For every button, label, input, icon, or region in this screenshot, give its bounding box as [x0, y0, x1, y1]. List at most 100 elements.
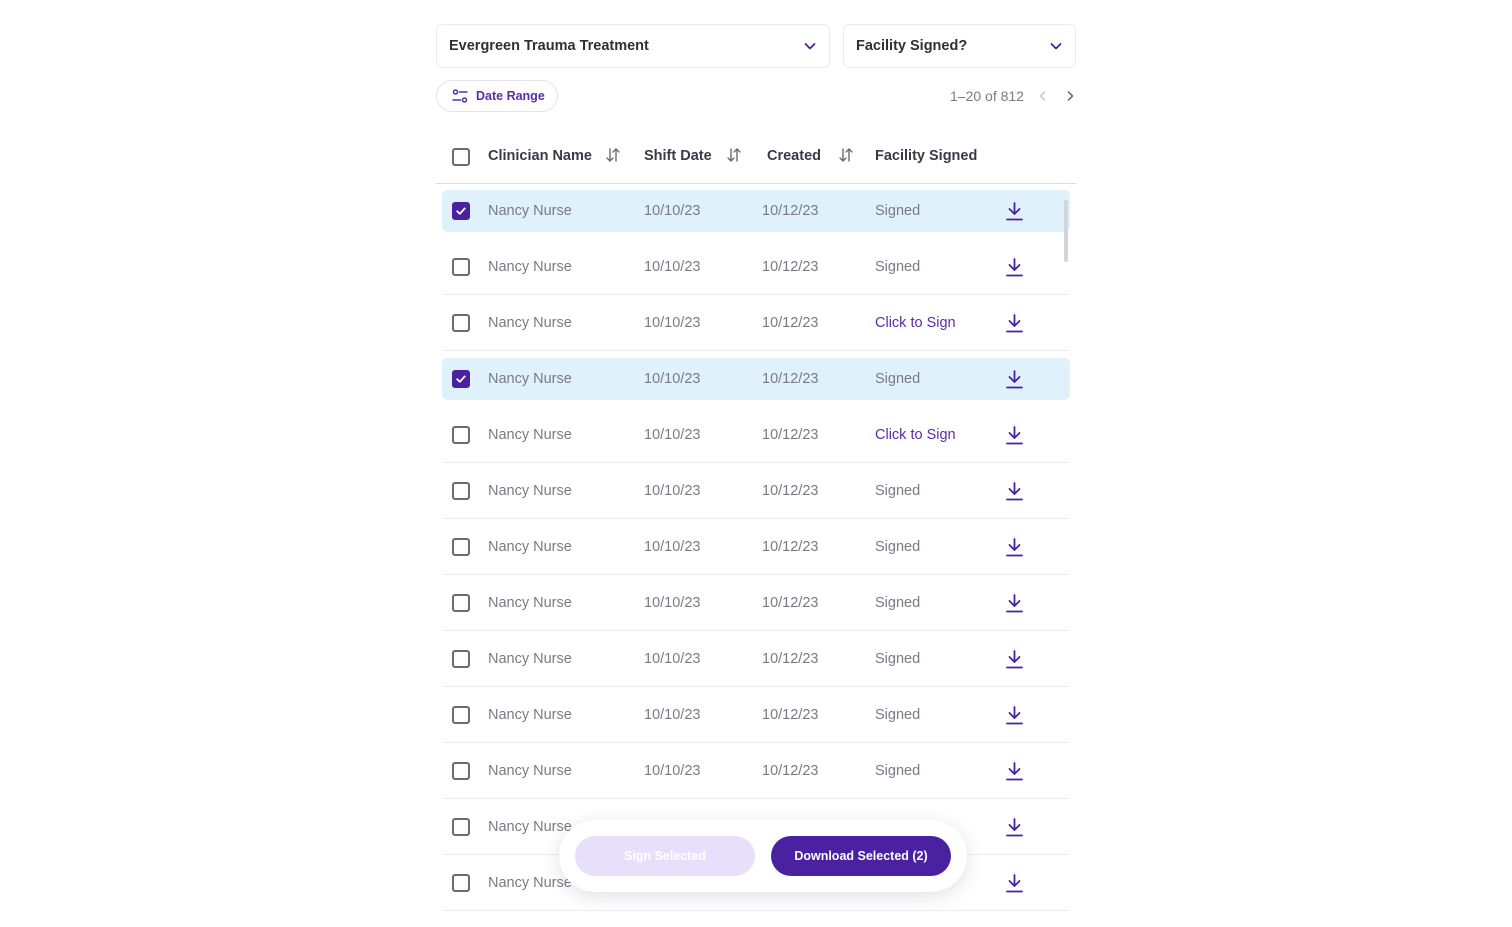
- download-icon[interactable]: [1005, 313, 1024, 334]
- shift-date: 10/10/23: [644, 427, 701, 443]
- sort-arrows-icon[interactable]: [605, 146, 621, 164]
- row-checkbox[interactable]: [452, 482, 470, 500]
- table-row[interactable]: Nancy Nurse 10/10/23 10/12/23 Click to Sign: [442, 302, 1070, 358]
- table-scrollbar[interactable]: [1064, 200, 1068, 262]
- sort-arrows-icon[interactable]: [726, 146, 742, 164]
- shift-date: 10/10/23: [644, 203, 701, 219]
- table-row[interactable]: Nancy Nurse 10/10/23 10/12/23 Signed: [442, 246, 1070, 302]
- shift-date: 10/10/23: [644, 371, 701, 387]
- filter-sliders-icon: [452, 89, 468, 103]
- column-header-facility-signed: Facility Signed: [875, 148, 978, 164]
- facility-signed-select[interactable]: Facility Signed?: [843, 24, 1076, 68]
- download-icon[interactable]: [1005, 481, 1024, 502]
- date-range-button[interactable]: Date Range: [436, 80, 558, 112]
- created-date: 10/12/23: [762, 427, 819, 443]
- created-date: 10/12/23: [762, 483, 819, 499]
- table-row[interactable]: Nancy Nurse 10/10/23 10/12/23 Signed: [442, 638, 1070, 694]
- created-date: 10/12/23: [762, 763, 819, 779]
- download-icon[interactable]: [1005, 593, 1024, 614]
- table-row[interactable]: Nancy Nurse 10/10/23 10/12/23 Click to Sign: [442, 414, 1070, 470]
- facility-signed-status: Signed: [875, 595, 921, 611]
- check-icon: [456, 375, 466, 383]
- row-checkbox[interactable]: [452, 202, 470, 220]
- row-checkbox[interactable]: [452, 706, 470, 724]
- download-icon[interactable]: [1005, 369, 1024, 390]
- shift-date: 10/10/23: [644, 315, 701, 331]
- download-icon[interactable]: [1005, 873, 1024, 894]
- clinician-name: Nancy Nurse: [488, 651, 572, 667]
- row-checkbox[interactable]: [452, 370, 470, 388]
- created-date: 10/12/23: [762, 651, 819, 667]
- row-checkbox[interactable]: [452, 594, 470, 612]
- clinician-name: Nancy Nurse: [488, 427, 572, 443]
- facility-signed-status: Signed: [875, 539, 921, 555]
- bulk-action-bar: Sign Selected Download Selected (2): [559, 820, 967, 892]
- pagination: 1–20 of 812: [950, 86, 1077, 106]
- table-row[interactable]: Nancy Nurse 10/10/23 10/12/23 Signed: [442, 694, 1070, 750]
- next-page-button[interactable]: [1063, 89, 1077, 103]
- row-checkbox[interactable]: [452, 762, 470, 780]
- row-checkbox[interactable]: [452, 818, 470, 836]
- row-checkbox[interactable]: [452, 874, 470, 892]
- chevron-down-icon: [804, 43, 816, 50]
- row-checkbox[interactable]: [452, 650, 470, 668]
- sign-selected-button[interactable]: Sign Selected: [575, 836, 755, 876]
- download-icon[interactable]: [1005, 257, 1024, 278]
- column-header-shift-date[interactable]: Shift Date: [644, 148, 712, 164]
- table-row[interactable]: Nancy Nurse 10/10/23 10/12/23 Signed: [442, 750, 1070, 806]
- download-icon[interactable]: [1005, 761, 1024, 782]
- chevron-left-icon: [1039, 91, 1046, 101]
- clinician-name: Nancy Nurse: [488, 875, 572, 891]
- download-icon[interactable]: [1005, 425, 1024, 446]
- clinician-name: Nancy Nurse: [488, 539, 572, 555]
- clinician-name: Nancy Nurse: [488, 763, 572, 779]
- row-checkbox[interactable]: [452, 258, 470, 276]
- download-icon[interactable]: [1005, 201, 1024, 222]
- row-divider: [442, 630, 1070, 631]
- column-header-clinician-name[interactable]: Clinician Name: [488, 148, 592, 164]
- click-to-sign-link[interactable]: Click to Sign: [875, 314, 956, 332]
- table-row[interactable]: Nancy Nurse 10/10/23 10/12/23 Signed: [442, 526, 1070, 582]
- sort-arrows-icon[interactable]: [838, 146, 854, 164]
- row-checkbox[interactable]: [452, 538, 470, 556]
- row-divider: [442, 462, 1070, 463]
- shift-date: 10/10/23: [644, 483, 701, 499]
- download-selected-button[interactable]: Download Selected (2): [771, 836, 951, 876]
- click-to-sign-link[interactable]: Click to Sign: [875, 426, 956, 444]
- row-checkbox[interactable]: [452, 314, 470, 332]
- created-date: 10/12/23: [762, 203, 819, 219]
- pagination-count: 1–20 of 812: [950, 88, 1024, 104]
- check-icon: [456, 207, 466, 215]
- facility-signed-status: Signed: [875, 203, 921, 219]
- row-divider: [442, 518, 1070, 519]
- clinician-name: Nancy Nurse: [488, 819, 572, 835]
- facility-signed-status: Signed: [875, 651, 921, 667]
- table-row[interactable]: Nancy Nurse 10/10/23 10/12/23 Signed: [442, 358, 1070, 414]
- shift-date: 10/10/23: [644, 539, 701, 555]
- row-divider: [442, 294, 1070, 295]
- facility-signed-status: Signed: [875, 483, 921, 499]
- created-date: 10/12/23: [762, 595, 819, 611]
- table-body: Nancy Nurse 10/10/23 10/12/23 Signed Nancy N…: [442, 190, 1070, 918]
- previous-page-button[interactable]: [1036, 89, 1050, 103]
- clinician-name: Nancy Nurse: [488, 259, 572, 275]
- download-icon[interactable]: [1005, 649, 1024, 670]
- column-header-created[interactable]: Created: [767, 148, 821, 164]
- facility-signed-status: Signed: [875, 707, 921, 723]
- facility-signed-select-value: Facility Signed?: [856, 38, 968, 54]
- row-checkbox[interactable]: [452, 426, 470, 444]
- chevron-down-icon: [1050, 43, 1062, 50]
- download-icon[interactable]: [1005, 537, 1024, 558]
- select-all-checkbox[interactable]: [452, 148, 470, 166]
- facility-select[interactable]: Evergreen Trauma Treatment: [436, 24, 830, 68]
- row-divider: [442, 350, 1070, 351]
- table-row[interactable]: Nancy Nurse 10/10/23 10/12/23 Signed: [442, 470, 1070, 526]
- table-row[interactable]: Nancy Nurse 10/10/23 10/12/23 Signed: [442, 190, 1070, 246]
- shift-date: 10/10/23: [644, 707, 701, 723]
- table-header: Clinician Name Shift Date Created Facili…: [436, 132, 1076, 184]
- row-divider: [442, 686, 1070, 687]
- table-row[interactable]: Nancy Nurse 10/10/23 10/12/23 Signed: [442, 582, 1070, 638]
- download-icon[interactable]: [1005, 705, 1024, 726]
- download-icon[interactable]: [1005, 817, 1024, 838]
- facility-signed-status: Signed: [875, 371, 921, 387]
